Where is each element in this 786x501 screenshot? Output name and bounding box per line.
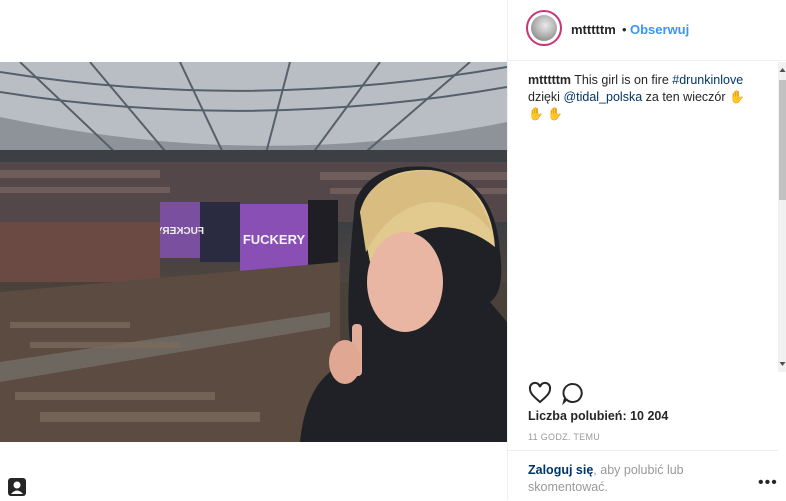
more-options-icon[interactable]: •••: [758, 474, 778, 492]
divider: [508, 450, 778, 451]
separator-dot: •: [622, 22, 627, 37]
likes-count[interactable]: Liczba polubień: 10 204: [528, 409, 668, 423]
mention-link[interactable]: @tidal_polska: [563, 90, 642, 104]
caption-text: This girl is on fire: [574, 73, 669, 87]
stadium-concert-image: FUCKERY FUCKERY: [0, 62, 507, 442]
caption-emoji-2: ✋: [547, 107, 563, 121]
screen-left-text: FUCKERY: [156, 226, 204, 237]
user-tag-icon[interactable]: [6, 476, 28, 498]
username-link[interactable]: mtttttm: [571, 22, 616, 37]
post-header: mtttttm • Obserwuj: [508, 0, 786, 61]
caption-text-3: za ten wieczór: [645, 90, 726, 104]
hashtag-link[interactable]: #drunkinlove: [672, 73, 743, 87]
login-prompt: Zaloguj się, aby polubić lub skomentować…: [528, 462, 728, 496]
comment-icon[interactable]: [561, 381, 585, 405]
post-photo[interactable]: FUCKERY FUCKERY: [0, 62, 507, 442]
screen-right-text: FUCKERY: [243, 232, 306, 247]
login-link[interactable]: Zaloguj się: [528, 463, 593, 477]
post-timestamp[interactable]: 11 GODZ. TEMU: [528, 432, 600, 442]
avatar[interactable]: [526, 10, 562, 46]
scroll-down-icon[interactable]: [779, 360, 786, 368]
scrollbar-thumb[interactable]: [779, 80, 786, 200]
caption-username[interactable]: mtttttm: [528, 73, 571, 87]
post-caption: mtttttm This girl is on fire #drunkinlov…: [528, 72, 753, 123]
scroll-up-icon[interactable]: [779, 66, 786, 74]
post-sidebar: mtttttm • Obserwuj mtttttm This girl is …: [507, 0, 786, 500]
comments-scrollbar[interactable]: [778, 62, 786, 372]
post-actions: [528, 381, 768, 405]
heart-icon[interactable]: [528, 381, 552, 405]
caption-text-2: dzięki: [528, 90, 560, 104]
follow-button[interactable]: Obserwuj: [630, 22, 689, 37]
